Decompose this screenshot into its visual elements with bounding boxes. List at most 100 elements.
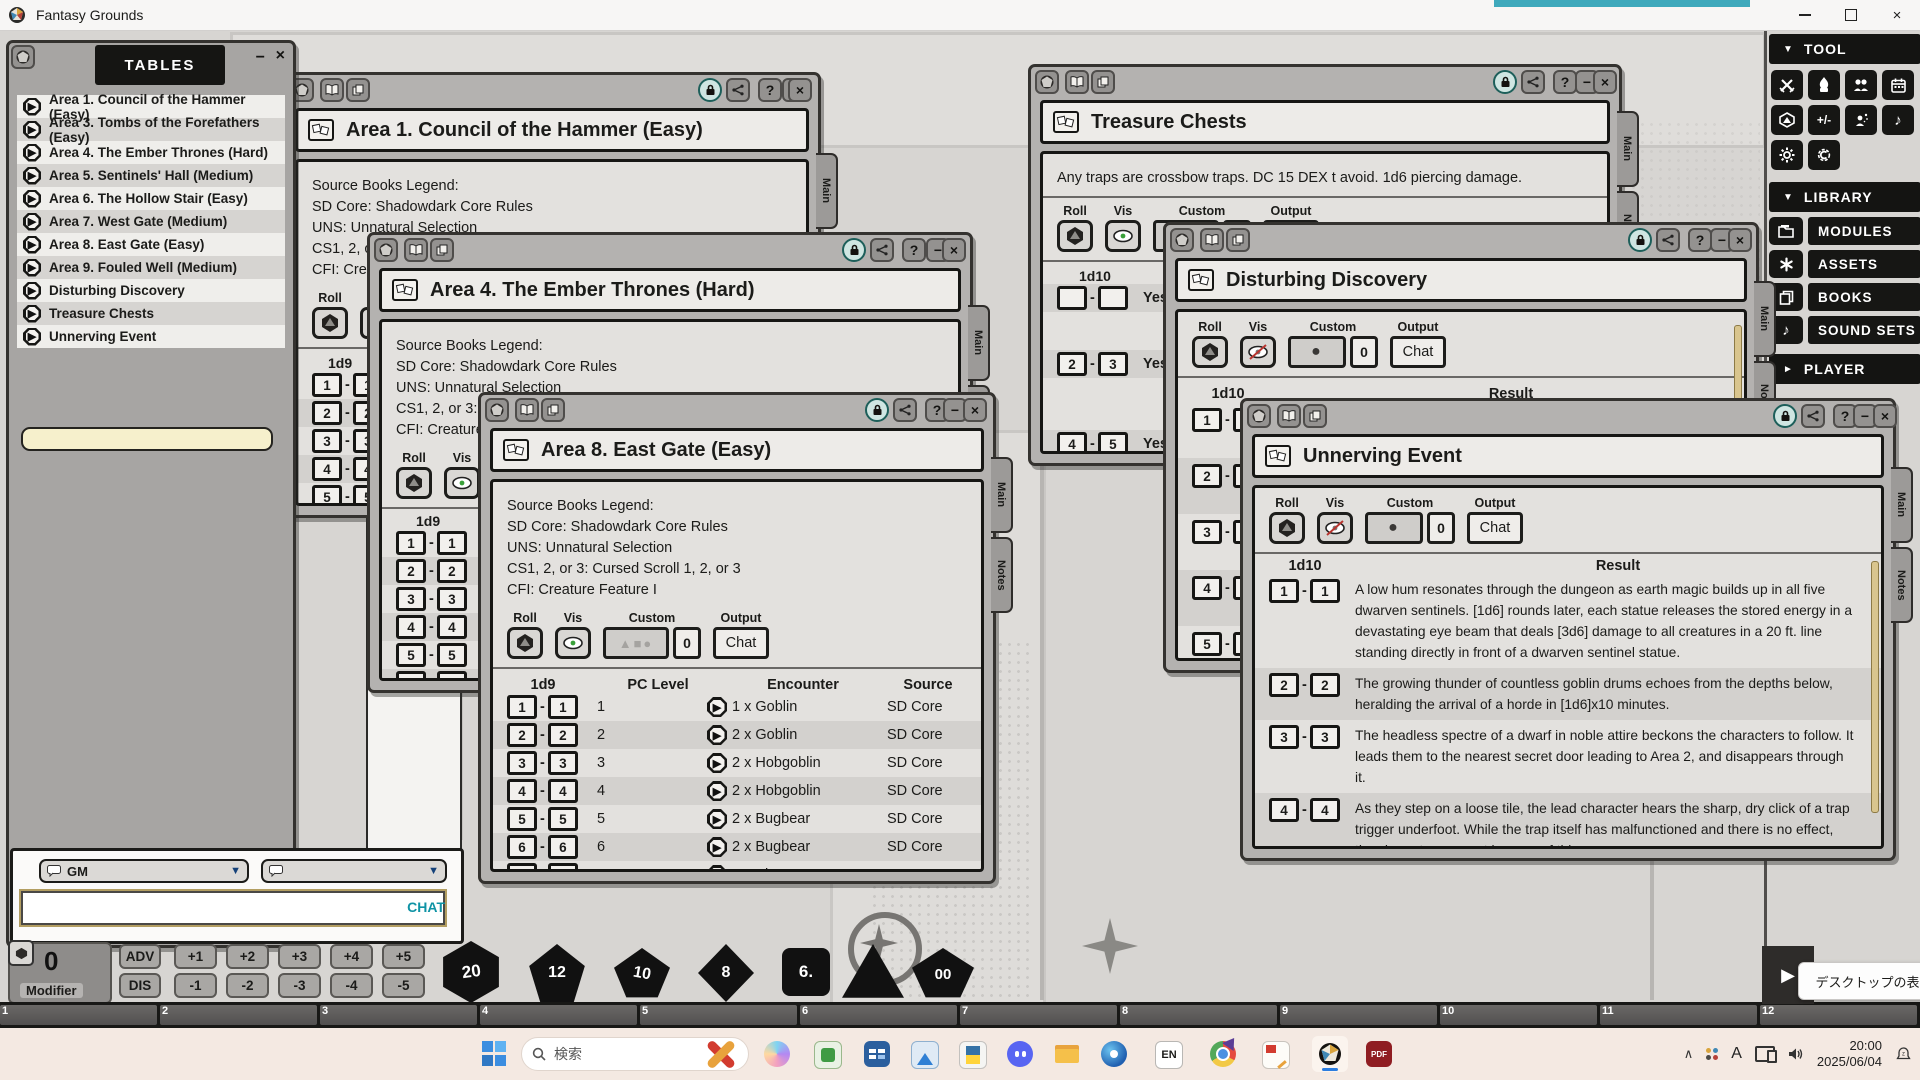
- help-button[interactable]: ?: [1553, 70, 1577, 94]
- close-button[interactable]: ×: [963, 398, 987, 422]
- visibility-toggle-off[interactable]: [1317, 512, 1353, 544]
- range-to-box[interactable]: 3: [437, 587, 467, 611]
- range-from-box[interactable]: 3: [312, 429, 342, 453]
- hotkey-slot[interactable]: 1: [0, 1005, 157, 1025]
- tables-search-input[interactable]: [21, 427, 273, 451]
- minus-modifier-button[interactable]: -5: [382, 973, 425, 998]
- hotkey-slot[interactable]: 4: [480, 1005, 637, 1025]
- window-titlebar[interactable]: ? − ×: [370, 235, 970, 265]
- range-from-box[interactable]: 1: [1192, 408, 1222, 432]
- tab-main[interactable]: Main: [1617, 111, 1639, 187]
- tab-notes[interactable]: Notes: [991, 537, 1013, 613]
- range-from-box[interactable]: 4: [1269, 798, 1299, 822]
- clock[interactable]: 20:00 2025/06/04: [1817, 1038, 1882, 1070]
- range-from-box[interactable]: 5: [396, 643, 426, 667]
- python-file-icon[interactable]: [959, 1041, 987, 1069]
- visibility-toggle-off[interactable]: [1240, 336, 1276, 368]
- range-to-box[interactable]: 4: [548, 779, 578, 803]
- encounter-text[interactable]: 2 x Bugbear: [732, 811, 810, 827]
- book-icon[interactable]: [1065, 70, 1089, 94]
- range-to-box[interactable]: 1: [437, 531, 467, 555]
- app-minimize-button[interactable]: [1782, 0, 1828, 30]
- file-explorer-icon[interactable]: [1054, 1041, 1080, 1067]
- book-icon[interactable]: [1277, 404, 1301, 428]
- book-icon[interactable]: [320, 78, 344, 102]
- range-from-box[interactable]: 4: [507, 779, 537, 803]
- sidebar-section-player[interactable]: ►PLAYER: [1769, 354, 1920, 384]
- range-to-box[interactable]: 1: [1310, 579, 1340, 603]
- share-icon[interactable]: [893, 398, 917, 422]
- fantasy-grounds-taskbar-icon[interactable]: [1312, 1036, 1348, 1072]
- range-from-box[interactable]: 1: [396, 531, 426, 555]
- custom-dice-strip[interactable]: ●: [1365, 512, 1423, 544]
- d12-die[interactable]: 12: [528, 944, 586, 1002]
- range-from-box[interactable]: 1: [1269, 579, 1299, 603]
- link-arrow-icon[interactable]: ▶: [707, 865, 727, 872]
- link-arrow-icon[interactable]: ▶: [23, 121, 41, 139]
- link-arrow-icon[interactable]: ▶: [707, 725, 727, 745]
- close-button[interactable]: ×: [1873, 404, 1897, 428]
- chat-input[interactable]: [21, 891, 445, 925]
- close-button[interactable]: ×: [276, 47, 285, 65]
- range-from-box[interactable]: 5: [312, 485, 342, 506]
- d10-die[interactable]: 10: [614, 948, 670, 1000]
- range-from-box[interactable]: 1: [312, 373, 342, 397]
- table-list-item[interactable]: ▶ Area 7. West Gate (Medium): [17, 210, 285, 233]
- share-icon[interactable]: [1521, 70, 1545, 94]
- lock-icon[interactable]: [698, 78, 722, 102]
- range-from-box[interactable]: 2: [507, 723, 537, 747]
- range-to-box[interactable]: 5: [1098, 432, 1128, 454]
- close-button[interactable]: ×: [1593, 70, 1617, 94]
- share-icon[interactable]: [870, 238, 894, 262]
- range-from-box[interactable]: 2: [396, 559, 426, 583]
- encounter-text[interactable]: 1 x Goblin: [732, 699, 797, 715]
- range-to-box[interactable]: 3: [1098, 352, 1128, 376]
- torch-icon[interactable]: [1808, 70, 1840, 100]
- range-from-box[interactable]: 4: [1057, 432, 1087, 454]
- hotkey-slot[interactable]: 5: [640, 1005, 797, 1025]
- disadvantage-button[interactable]: DIS: [119, 973, 161, 998]
- lock-icon[interactable]: [1493, 70, 1517, 94]
- network-icon[interactable]: [1755, 1046, 1775, 1062]
- range-from-box[interactable]: 6: [396, 671, 426, 681]
- range-from-box[interactable]: 4: [1192, 576, 1222, 600]
- hotkey-slot[interactable]: 11: [1600, 1005, 1757, 1025]
- encounter-text[interactable]: 2 x Hobgoblin: [732, 783, 821, 799]
- d6-die[interactable]: 6.: [782, 948, 830, 996]
- party-sheet-icon[interactable]: [1845, 70, 1877, 100]
- hotkey-slot[interactable]: 7: [960, 1005, 1117, 1025]
- link-arrow-icon[interactable]: ▶: [707, 697, 727, 717]
- table-list-item[interactable]: ▶ Disturbing Discovery: [17, 279, 285, 302]
- modifiers-icon[interactable]: +/-: [1808, 105, 1840, 135]
- range-from-box[interactable]: 6: [507, 835, 537, 859]
- combat-tracker-icon[interactable]: [1771, 70, 1803, 100]
- copy-icon[interactable]: [1091, 70, 1115, 94]
- link-arrow-icon[interactable]: ▶: [23, 328, 41, 346]
- link-arrow-icon[interactable]: ▶: [23, 305, 41, 323]
- link-arrow-icon[interactable]: ▶: [23, 259, 41, 277]
- range-to-box[interactable]: 2: [437, 559, 467, 583]
- pdf-app-icon[interactable]: PDF: [1366, 1041, 1392, 1067]
- range-to-box[interactable]: 3: [548, 751, 578, 775]
- lock-icon[interactable]: [842, 238, 866, 262]
- discord-icon[interactable]: [1007, 1041, 1033, 1067]
- sidebar-item-label[interactable]: ASSETS: [1808, 250, 1920, 278]
- custom-dice-strip[interactable]: ▲■●: [603, 627, 669, 659]
- encounter-text[interactable]: 2 x Shamus: [732, 867, 809, 872]
- range-to-box[interactable]: 5: [548, 807, 578, 831]
- encounter-text[interactable]: 2 x Bugbear: [732, 839, 810, 855]
- table-list-item[interactable]: ▶ Unnerving Event: [17, 325, 285, 348]
- table-list-item[interactable]: ▶ Area 4. The Ember Thrones (Hard): [17, 141, 285, 164]
- range-from-box[interactable]: 4: [396, 615, 426, 639]
- book-icon[interactable]: [1200, 228, 1224, 252]
- search-box[interactable]: 検索: [521, 1037, 749, 1071]
- link-arrow-icon[interactable]: ▶: [23, 236, 41, 254]
- book-icon[interactable]: [515, 398, 539, 422]
- range-to-box[interactable]: 2: [1310, 673, 1340, 697]
- window-titlebar[interactable]: ? − ×: [481, 395, 993, 425]
- plus-modifier-button[interactable]: +5: [382, 944, 425, 969]
- sidebar-item-label[interactable]: BOOKS: [1808, 283, 1920, 311]
- minus-modifier-button[interactable]: -4: [330, 973, 373, 998]
- range-from-box[interactable]: 3: [396, 587, 426, 611]
- close-button[interactable]: ×: [942, 238, 966, 262]
